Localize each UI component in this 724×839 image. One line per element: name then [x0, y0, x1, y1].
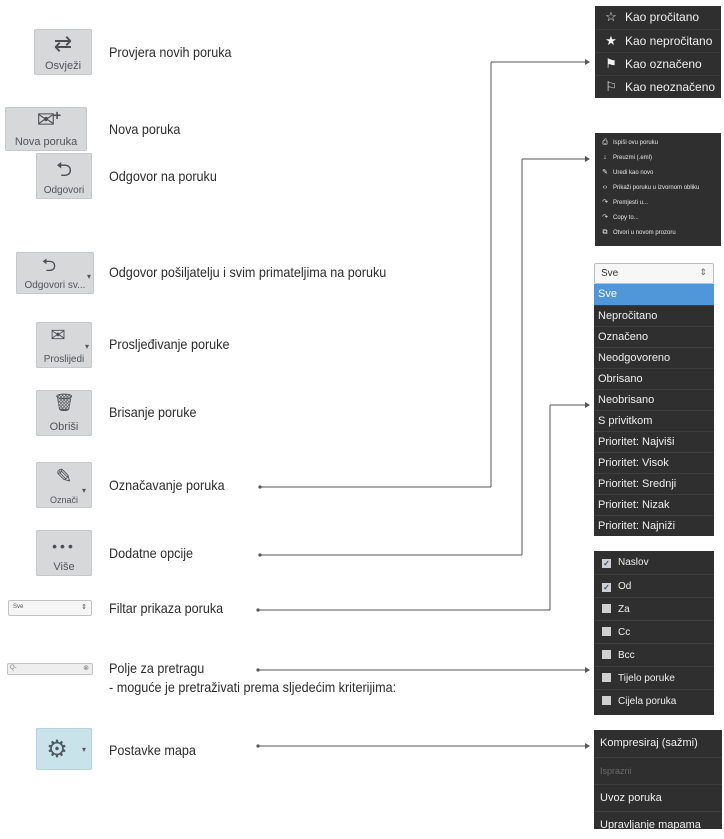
checkbox-checked[interactable]: ✓: [602, 559, 611, 568]
criteria-subject-item[interactable]: ✓ Naslov: [594, 551, 714, 574]
empty-folder-item: Isprazni: [594, 757, 722, 785]
filter-options-list: Sve Nepročitano Označeno Neodgovoreno Ob…: [594, 284, 714, 536]
criteria-label: Cijela poruka: [618, 696, 677, 707]
filter-option[interactable]: Prioritet: Visok: [594, 452, 714, 474]
filter-option[interactable]: Prioritet: Najviši: [594, 431, 714, 453]
open-new-window-item[interactable]: ⧉ Otvori u novom prozoru: [595, 226, 721, 239]
filter-select-value: Sve: [601, 268, 619, 279]
folder-settings-menu: Kompresiraj (sažmi) Isprazni Uvoz poruka…: [594, 730, 722, 831]
mark-as-unread-label: Kao nepročitano: [625, 34, 713, 48]
open-new-window-label: Otvori u novom prozoru: [613, 230, 676, 236]
edit-as-new-label: Uredi kao novo: [613, 170, 654, 176]
filter-option[interactable]: Neodgovoreno: [594, 347, 714, 369]
mark-as-unflagged-label: Kao neoznačeno: [625, 80, 716, 94]
download-eml-item[interactable]: ↓ Preuzmi (.eml): [595, 151, 721, 164]
mark-as-unread-item[interactable]: ★ Kao nepročitano: [595, 29, 721, 52]
flag-outline-icon: ⚐: [605, 79, 617, 94]
new-window-icon: ⧉: [602, 229, 608, 236]
import-messages-item[interactable]: Uvoz poruka: [594, 784, 722, 812]
criteria-label: Tijelo poruke: [618, 673, 675, 684]
download-eml-label: Preuzmi (.eml): [613, 155, 653, 161]
copy-icon: ↷: [602, 214, 608, 221]
criteria-label: Od: [618, 581, 632, 592]
search-criteria-menu: ✓ Naslov ✓ Od Za Cc Bcc Tijelo poruke Cije…: [594, 551, 714, 715]
criteria-to-item[interactable]: Za: [594, 597, 714, 621]
criteria-label: Bcc: [618, 650, 635, 661]
move-icon: ↷: [602, 199, 608, 206]
filter-option[interactable]: Obrisano: [594, 368, 714, 390]
criteria-label: Naslov: [618, 557, 649, 568]
criteria-from-item[interactable]: ✓ Od: [594, 574, 714, 598]
checkbox[interactable]: [602, 673, 611, 682]
sort-arrows-icon: ⇕: [699, 267, 707, 277]
filter-option[interactable]: Neobrisano: [594, 389, 714, 411]
more-dropdown-menu: ⎙ Ispiši ovu poruku ↓ Preuzmi (.eml) ✎ Ured…: [595, 133, 721, 246]
criteria-body-item[interactable]: Tijelo poruke: [594, 666, 714, 690]
filter-option[interactable]: Prioritet: Srednji: [594, 473, 714, 495]
checkbox-checked[interactable]: ✓: [602, 583, 611, 592]
checkbox[interactable]: [602, 650, 611, 659]
filter-option[interactable]: Sve: [594, 284, 714, 305]
criteria-bcc-item[interactable]: Bcc: [594, 643, 714, 667]
copy-to-label: Copy to...: [613, 215, 639, 221]
compress-folder-item[interactable]: Kompresiraj (sažmi): [594, 730, 722, 757]
filter-option[interactable]: Označeno: [594, 326, 714, 348]
filter-option[interactable]: Nepročitano: [594, 305, 714, 327]
mark-as-flagged-label: Kao označeno: [625, 57, 702, 71]
mark-as-read-item[interactable]: ☆ Kao pročitano: [595, 6, 721, 28]
filter-option[interactable]: Prioritet: Najniži: [594, 515, 714, 537]
criteria-cc-item[interactable]: Cc: [594, 620, 714, 644]
show-source-label: Prikaži poruku u izvornom obliku: [613, 185, 700, 191]
print-message-item[interactable]: ⎙ Ispiši ovu poruku: [595, 136, 721, 149]
code-icon: ‹›: [602, 184, 608, 191]
criteria-entire-item[interactable]: Cijela poruka: [594, 689, 714, 713]
flag-filled-icon: ⚑: [605, 56, 617, 71]
star-filled-icon: ★: [605, 33, 617, 48]
mark-as-flagged-item[interactable]: ⚑ Kao označeno: [595, 52, 721, 75]
copy-to-item[interactable]: ↷ Copy to...: [595, 211, 721, 224]
checkbox[interactable]: [602, 627, 611, 636]
checkbox[interactable]: [602, 696, 611, 705]
print-message-label: Ispiši ovu poruku: [613, 140, 659, 146]
move-to-label: Premjesti u...: [613, 200, 649, 206]
criteria-label: Cc: [618, 627, 631, 638]
download-icon: ↓: [603, 154, 607, 161]
print-icon: ⎙: [602, 139, 608, 146]
mark-as-unflagged-item[interactable]: ⚐ Kao neoznačeno: [595, 75, 721, 98]
checkbox[interactable]: [602, 604, 611, 613]
edit-as-new-item[interactable]: ✎ Uredi kao novo: [595, 166, 721, 179]
show-source-item[interactable]: ‹› Prikaži poruku u izvornom obliku: [595, 181, 721, 194]
move-to-item[interactable]: ↷ Premjesti u...: [595, 196, 721, 209]
mark-as-read-label: Kao pročitano: [625, 10, 700, 24]
star-outline-icon: ☆: [605, 9, 617, 24]
filter-select[interactable]: Sve ⇕: [594, 263, 714, 284]
filter-option[interactable]: Prioritet: Nizak: [594, 494, 714, 516]
criteria-label: Za: [618, 604, 630, 615]
mark-dropdown-menu: ☆ Kao pročitano ★ Kao nepročitano ⚑ Kao ozn…: [595, 6, 721, 98]
filter-option[interactable]: S privitkom: [594, 410, 714, 432]
manage-folders-item[interactable]: Upravljanje mapama: [594, 811, 722, 839]
edit-icon: ✎: [602, 169, 608, 176]
